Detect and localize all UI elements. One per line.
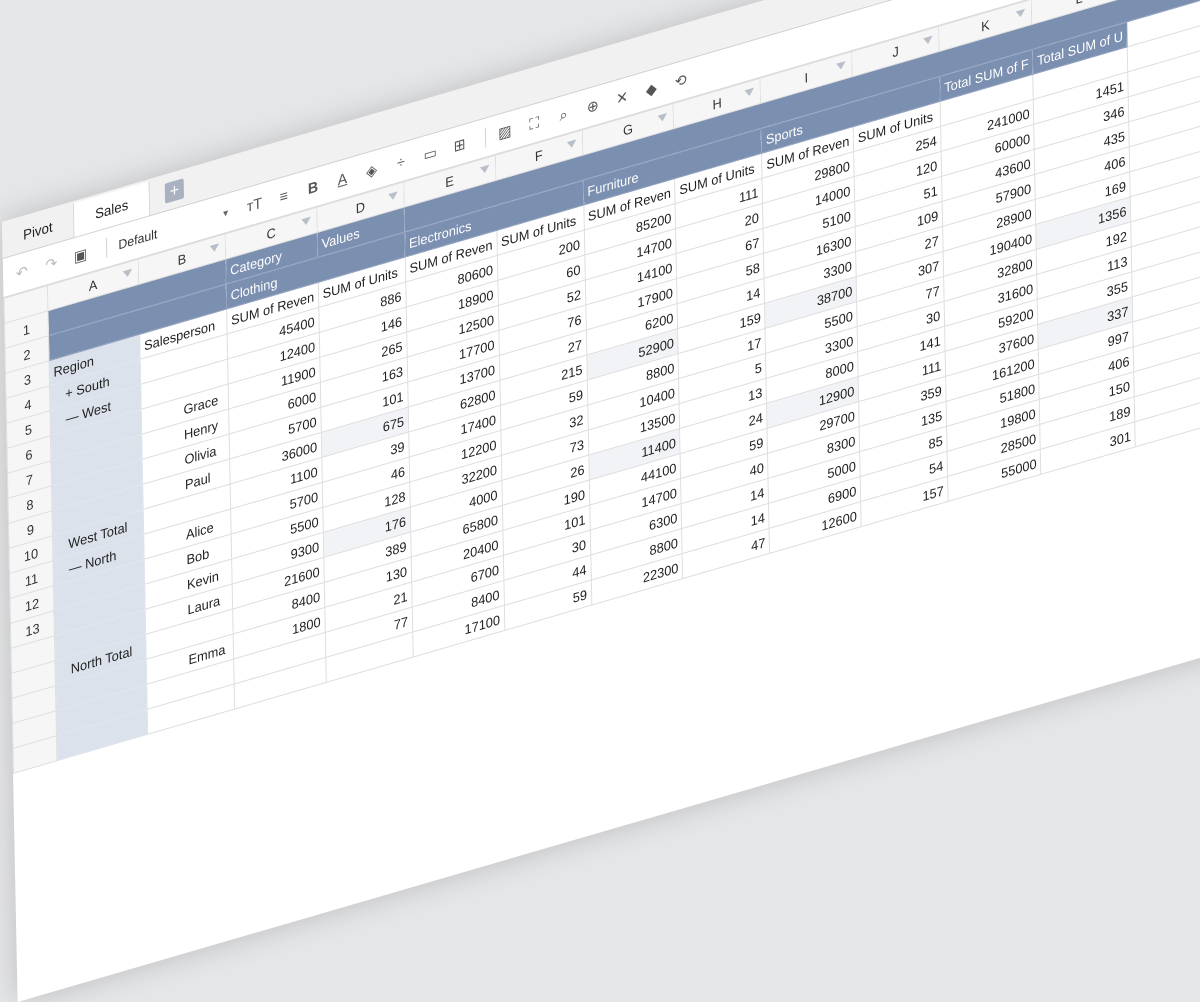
- spreadsheet-window: Pivot Sales + ↶ ↷ ▣ Default ▼ тT ≡ B A ◈…: [2, 0, 1200, 1002]
- shapes-icon[interactable]: ◆: [640, 74, 663, 105]
- plus-icon[interactable]: +: [164, 178, 185, 204]
- filter-icon[interactable]: [388, 191, 398, 202]
- filter-icon[interactable]: [657, 112, 668, 123]
- add-column-icon[interactable]: ⊕: [581, 91, 604, 122]
- font-select-value: Default: [118, 225, 158, 252]
- bold-icon[interactable]: B: [302, 173, 325, 204]
- redo-icon[interactable]: ↷: [40, 249, 63, 280]
- undo-icon[interactable]: ↶: [10, 257, 33, 288]
- filter-icon[interactable]: [744, 87, 755, 98]
- align-icon[interactable]: ≡: [272, 181, 295, 212]
- pivot-icon[interactable]: ⟲: [669, 66, 692, 97]
- insert-image-icon[interactable]: ▨: [493, 117, 516, 148]
- save-icon[interactable]: ▣: [69, 240, 92, 271]
- filter-icon[interactable]: [479, 164, 490, 175]
- filter-icon[interactable]: [301, 216, 311, 227]
- filter-icon[interactable]: [1016, 8, 1026, 19]
- search-icon[interactable]: ⌕: [552, 100, 575, 131]
- borders-icon[interactable]: ⊞: [448, 130, 471, 161]
- text-color-icon[interactable]: A: [331, 164, 354, 195]
- font-size-icon[interactable]: тT: [243, 190, 266, 221]
- fill-color-icon[interactable]: ◈: [360, 155, 383, 186]
- filter-icon[interactable]: [923, 35, 933, 46]
- filter-icon[interactable]: [836, 60, 846, 71]
- fullscreen-icon[interactable]: ⛶: [523, 108, 546, 139]
- chevron-down-icon: ▼: [221, 207, 231, 220]
- merge-icon[interactable]: ▭: [419, 138, 442, 169]
- filter-icon[interactable]: [566, 139, 577, 150]
- toolbar-divider: [105, 237, 108, 259]
- vertical-align-icon[interactable]: ÷: [389, 147, 412, 178]
- filter-icon[interactable]: [122, 268, 133, 279]
- filter-icon[interactable]: [209, 243, 220, 254]
- clear-format-icon[interactable]: ✕: [611, 83, 634, 114]
- toolbar-divider: [484, 127, 487, 148]
